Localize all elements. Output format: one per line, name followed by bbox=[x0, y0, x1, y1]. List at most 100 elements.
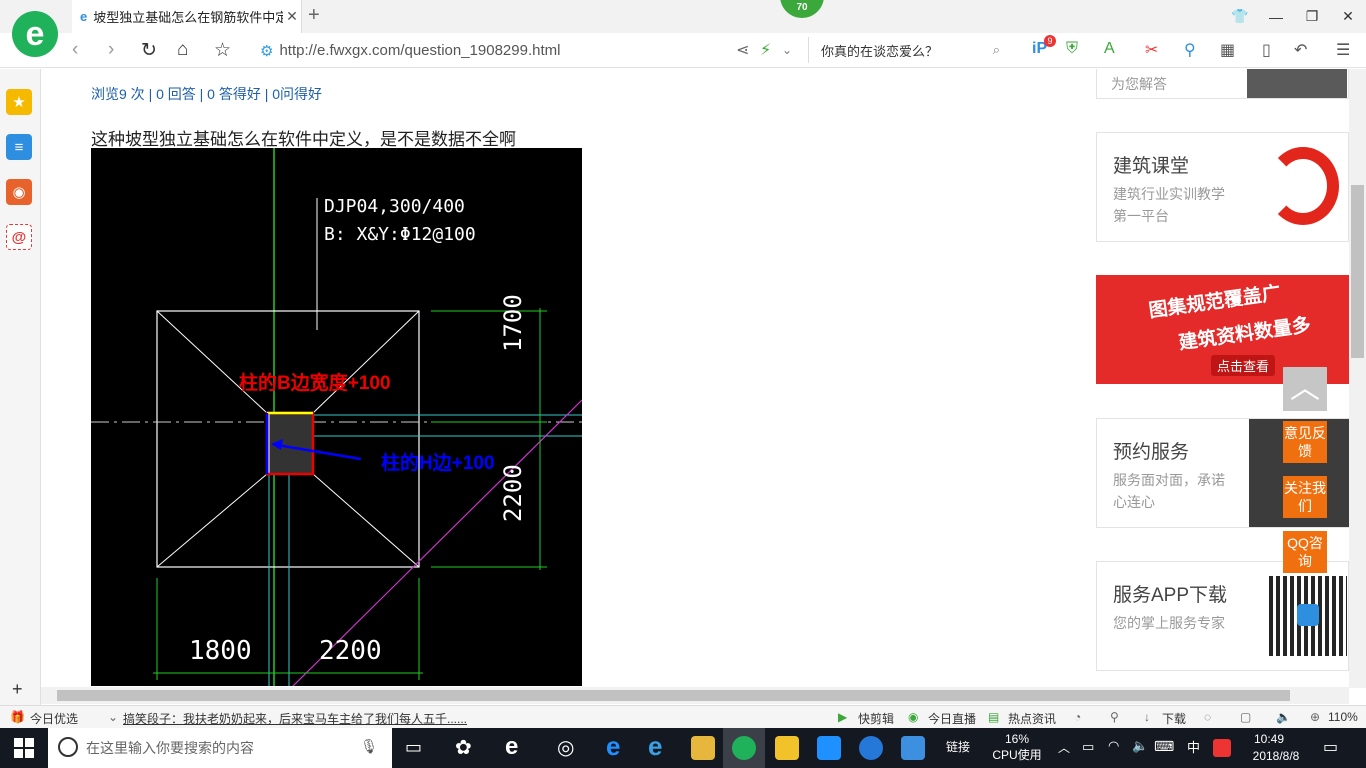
pin-icon[interactable]: ⚲ bbox=[1110, 710, 1119, 724]
apps-grid-icon[interactable]: ▦ bbox=[1220, 40, 1235, 60]
cad-annotation-blue: 柱的H边+100 bbox=[381, 453, 495, 474]
follow-us-button[interactable]: 关注我们 bbox=[1283, 476, 1327, 518]
score-badge[interactable]: 70 bbox=[780, 0, 824, 18]
cortana-icon bbox=[58, 737, 78, 757]
minimize-icon[interactable]: — bbox=[1258, 9, 1294, 25]
app-spiral-icon[interactable]: ◎ bbox=[557, 735, 574, 760]
clock-time[interactable]: 10:49 bbox=[1244, 732, 1294, 747]
wifi-icon[interactable]: ◠ bbox=[1108, 738, 1119, 754]
site-info-icon: ⚙ bbox=[260, 42, 274, 60]
magnifier-tool-icon[interactable]: ⚲ bbox=[1184, 40, 1196, 60]
cad-dim-right: 2200 bbox=[319, 636, 382, 666]
shield-icon[interactable]: ⛨ bbox=[1066, 40, 1078, 58]
card-classroom[interactable]: 建筑课堂 建筑行业实训教学第一平台 bbox=[1096, 132, 1349, 242]
close-tab-icon[interactable]: ✕ bbox=[283, 8, 301, 25]
card-app-title: 服务APP下载 bbox=[1113, 585, 1228, 606]
scissors-icon[interactable]: ✂ bbox=[1145, 40, 1158, 60]
back-icon[interactable]: ‹ bbox=[72, 39, 78, 61]
action-center-icon[interactable]: ▭ bbox=[1323, 737, 1338, 757]
clock-date[interactable]: 2018/8/8 bbox=[1244, 749, 1308, 764]
horizontal-scroll-thumb[interactable] bbox=[57, 690, 1290, 701]
undo-icon[interactable]: ↶ bbox=[1294, 40, 1307, 60]
question-stats[interactable]: 浏览9 次 | 0 回答 | 0 答得好 | 0问得好 bbox=[91, 84, 322, 104]
edge-icon[interactable]: e bbox=[606, 731, 620, 762]
battery-icon[interactable]: ▭ bbox=[1082, 739, 1094, 755]
taskbar-search-input[interactable]: 在这里输入你要搜索的内容 🎙 bbox=[48, 728, 392, 768]
favorite-star-icon[interactable]: ☆ bbox=[214, 39, 231, 62]
app-plus-icon[interactable] bbox=[817, 736, 841, 760]
volume-icon[interactable]: 🔈 bbox=[1276, 710, 1291, 724]
ie-icon[interactable]: e bbox=[648, 731, 662, 762]
new-tab-button[interactable]: + bbox=[308, 4, 320, 27]
search-input[interactable]: 你真的在谈恋爱么？ ⌕ bbox=[808, 37, 1008, 63]
banner-line2: 建筑资料数量多 bbox=[1177, 314, 1313, 355]
link-text[interactable]: 链接 bbox=[946, 740, 970, 755]
qq-consult-button[interactable]: QQ咨询 bbox=[1283, 531, 1327, 573]
vertical-scrollbar[interactable] bbox=[1349, 69, 1366, 688]
speed-icon[interactable]: ⚡ bbox=[760, 40, 771, 60]
window-icon[interactable]: ▢ bbox=[1240, 710, 1251, 724]
refresh-icon[interactable]: ↻ bbox=[141, 39, 157, 62]
speaker-icon[interactable]: 🔈 bbox=[1132, 738, 1148, 754]
microphone-icon[interactable]: 🎙 bbox=[360, 738, 378, 755]
sogou-icon[interactable] bbox=[1213, 739, 1231, 757]
taskbar-search-placeholder: 在这里输入你要搜索的内容 bbox=[86, 740, 254, 756]
card-partial[interactable]: 为您解答 bbox=[1096, 69, 1349, 99]
translate-icon[interactable]: A bbox=[1104, 40, 1115, 58]
card-app-download[interactable]: 服务APP下载 您的掌上服务专家 bbox=[1096, 561, 1349, 671]
tab-active[interactable]: e 坡型独立基础怎么在钢筋软件中定 ✕ bbox=[72, 0, 302, 33]
news-ticker-link[interactable]: 搞笑段子：我扶老奶奶起来，后来宝马车主给了我们每人五千...... bbox=[123, 710, 467, 727]
tray-chevron-up-icon[interactable]: ︿ bbox=[1058, 739, 1070, 756]
add-sidebar-icon[interactable]: + bbox=[12, 679, 23, 700]
screenshot-icon[interactable] bbox=[901, 736, 925, 760]
banner-cta-button[interactable]: 点击查看 bbox=[1211, 355, 1276, 376]
url-text: http://e.fwxgx.com/question_1908299.html bbox=[279, 42, 561, 59]
share-icon[interactable]: ⋖ bbox=[736, 40, 749, 60]
live-link[interactable]: 今日直播 bbox=[928, 710, 976, 727]
hot-news-icon: ▤ bbox=[988, 710, 1000, 724]
menu-icon[interactable]: ☰ bbox=[1336, 40, 1350, 60]
feedback-button[interactable]: 意见反馈 bbox=[1283, 421, 1327, 463]
keyboard-icon[interactable]: ⌨ bbox=[1154, 738, 1174, 755]
cpu-label: CPU使用 bbox=[992, 748, 1042, 762]
site-favicon-icon: e bbox=[80, 9, 88, 24]
kuaijian-link[interactable]: 快剪辑 bbox=[858, 710, 894, 727]
email-icon[interactable]: @ bbox=[6, 224, 32, 250]
pinwheel-icon[interactable]: ✿ bbox=[455, 735, 472, 760]
qr-logo-icon bbox=[1297, 604, 1319, 626]
reader-icon[interactable]: ▯ bbox=[1262, 40, 1271, 60]
download-link[interactable]: 下载 bbox=[1162, 710, 1186, 727]
card-appointment-title: 预约服务 bbox=[1113, 442, 1190, 463]
back-to-top-button[interactable]: ︿ bbox=[1283, 367, 1327, 411]
notes-icon[interactable] bbox=[775, 736, 799, 760]
zoom-level[interactable]: 110% bbox=[1328, 710, 1358, 724]
skin-icon[interactable]: 👕 bbox=[1222, 8, 1258, 25]
windows-start-icon[interactable] bbox=[14, 738, 34, 758]
360-browser-icon[interactable] bbox=[732, 736, 756, 760]
hot-news-link[interactable]: 热点资讯 bbox=[1008, 710, 1056, 727]
news-icon[interactable]: ≡ bbox=[6, 134, 32, 160]
cad-label-footing: DJP04,300/400 bbox=[324, 196, 465, 217]
task-view-icon[interactable]: ▭ bbox=[405, 737, 422, 758]
video-edit-icon: ▶ bbox=[838, 710, 848, 724]
address-bar[interactable]: ⚙ http://e.fwxgx.com/question_1908299.ht… bbox=[260, 33, 730, 68]
favorites-star-icon[interactable]: ★ bbox=[6, 89, 32, 115]
chevron-down-icon[interactable]: ⌄ bbox=[782, 43, 792, 57]
browser-logo-icon[interactable]: e bbox=[12, 11, 58, 57]
browser-e-icon[interactable]: e bbox=[505, 733, 518, 761]
speed-gauge-icon[interactable]: ◔ bbox=[1074, 710, 1081, 724]
cpu-percent: 16% bbox=[1004, 732, 1030, 746]
search-icon[interactable]: ⌕ bbox=[993, 42, 1000, 58]
home-icon[interactable]: ⌂ bbox=[177, 39, 188, 61]
app-g-icon[interactable] bbox=[859, 736, 883, 760]
clean-icon[interactable]: ◌ bbox=[1204, 710, 1211, 724]
weibo-icon[interactable]: ◉ bbox=[6, 179, 32, 205]
vertical-scroll-thumb[interactable] bbox=[1351, 185, 1364, 358]
ime-indicator[interactable]: 中 bbox=[1187, 740, 1200, 755]
restore-icon[interactable]: ❐ bbox=[1294, 8, 1330, 25]
forward-icon[interactable]: › bbox=[108, 39, 114, 61]
file-explorer-icon[interactable] bbox=[691, 736, 715, 760]
chevron-down-small-icon[interactable]: ⌄ bbox=[108, 710, 118, 724]
today-picks-link[interactable]: 今日优选 bbox=[30, 710, 78, 727]
close-window-icon[interactable]: ✕ bbox=[1330, 8, 1366, 25]
